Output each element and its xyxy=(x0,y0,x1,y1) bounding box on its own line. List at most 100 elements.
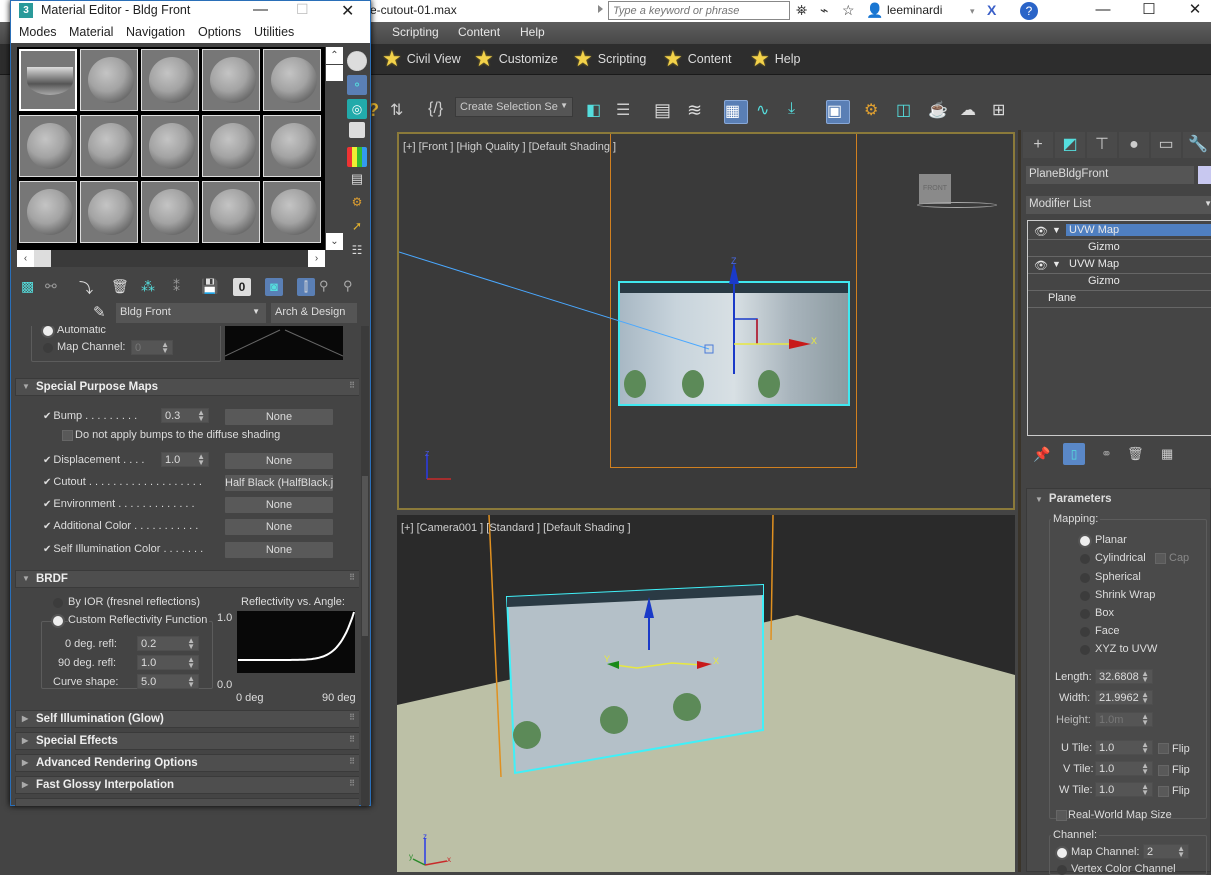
scene-explorer-icon[interactable]: ▤ xyxy=(654,100,678,124)
stack-item-plane[interactable]: Plane xyxy=(1028,291,1211,308)
additional-color-map-button[interactable]: None xyxy=(225,519,333,535)
mapping-planar-radio[interactable] xyxy=(1080,536,1090,546)
cutout-map-button[interactable]: Half Black (HalfBlack.j xyxy=(225,475,333,491)
map-channel-radio[interactable] xyxy=(1057,848,1067,858)
menu-material[interactable]: Material xyxy=(69,25,113,39)
viewport-label[interactable]: [+] [Camera001 ] [Standard ] [Default Sh… xyxy=(401,522,631,534)
sample-slot[interactable] xyxy=(141,49,199,111)
create-tab-icon[interactable]: + xyxy=(1023,132,1053,158)
menu-content[interactable]: Content xyxy=(458,25,500,39)
scroll-thumb[interactable] xyxy=(34,250,51,267)
self-illum-color-map-button[interactable]: None xyxy=(225,542,333,558)
rollout-brdf[interactable]: ▼ BRDF ⠿ xyxy=(15,570,359,588)
user-name[interactable]: leeminardi xyxy=(887,3,942,17)
toggle-ribbon-icon[interactable]: ▦ xyxy=(724,100,748,124)
spinner-snap-icon[interactable]: ⇅ xyxy=(390,100,414,124)
sample-slot[interactable] xyxy=(263,181,321,243)
eye-icon[interactable]: 👁 xyxy=(1034,225,1048,238)
satellite-icon[interactable]: ⌁ xyxy=(820,2,828,19)
modifier-list-dropdown[interactable]: Modifier List ▼ xyxy=(1026,196,1211,214)
displacement-spinner[interactable]: 1.0 ▲ ▼ xyxy=(161,452,209,467)
check-icon[interactable]: ✔ xyxy=(43,544,51,555)
sample-slot[interactable] xyxy=(141,115,199,177)
mapping-cylindrical-radio[interactable] xyxy=(1080,554,1090,564)
check-icon[interactable]: ✔ xyxy=(43,411,51,422)
sample-slot[interactable] xyxy=(202,115,260,177)
front-viewport[interactable]: [+] [Front ] [High Quality ] [Default Sh… xyxy=(397,132,1015,510)
render-setup-icon[interactable]: ⚙ xyxy=(864,100,888,124)
scroll-thumb[interactable] xyxy=(326,65,343,81)
make-material-copy-icon[interactable]: ⁂ xyxy=(141,278,159,296)
slots-horizontal-scrollbar[interactable]: ‹ › xyxy=(17,250,325,267)
stack-item-uvw-map-1[interactable]: 👁 ▼ UVW Map xyxy=(1028,223,1211,240)
rollout-title[interactable]: ▼ Parameters xyxy=(1035,493,1112,505)
put-material-to-scene-icon[interactable]: ⚯ xyxy=(45,278,63,296)
go-to-parent-icon[interactable]: ⚲ xyxy=(319,278,337,296)
environment-row[interactable]: ✔ Environment . . . . . . . . . . . . . xyxy=(43,498,195,510)
sample-slot[interactable] xyxy=(141,181,199,243)
make-preview-icon[interactable]: ▤ xyxy=(347,171,367,191)
favorites-star-icon[interactable]: ☆ xyxy=(842,2,855,19)
video-color-check-icon[interactable] xyxy=(347,147,367,167)
search-expand-icon[interactable] xyxy=(598,5,603,13)
spinner-arrows-icon[interactable]: ▲ ▼ xyxy=(1141,691,1149,705)
rollout-special-purpose-maps[interactable]: ▼ Special Purpose Maps ⠿ xyxy=(15,378,359,396)
map-channel-radio[interactable] xyxy=(43,343,53,353)
stack-item-uvw-map-2[interactable]: 👁 ▼ UVW Map xyxy=(1028,257,1211,274)
check-icon[interactable]: ✔ xyxy=(43,521,51,532)
make-unique-icon[interactable]: ⁑ xyxy=(173,278,191,296)
quick-civil-view[interactable]: ★ Civil View xyxy=(382,48,461,70)
spinner-arrows-icon[interactable]: ▲ ▼ xyxy=(197,409,205,423)
sample-slot[interactable] xyxy=(263,115,321,177)
quick-help[interactable]: ★ Help xyxy=(750,48,800,70)
real-world-map-size-checkbox[interactable] xyxy=(1056,810,1067,821)
render-production-icon[interactable]: ☕ xyxy=(928,100,952,124)
menu-modes[interactable]: Modes xyxy=(19,25,57,39)
sample-slot[interactable] xyxy=(202,49,260,111)
configure-sets-icon[interactable]: ▦ xyxy=(1161,446,1173,462)
menu-scripting[interactable]: Scripting xyxy=(392,25,439,39)
remove-modifier-icon[interactable]: 🗑 xyxy=(1127,446,1144,462)
user-icon[interactable]: 👤 xyxy=(866,2,883,19)
material-editor-icon[interactable]: ▣ xyxy=(826,100,850,124)
put-to-library-icon[interactable]: 💾 xyxy=(201,278,219,296)
help-icon[interactable]: ? xyxy=(1020,2,1038,20)
curve-editor-icon[interactable]: ∿ xyxy=(756,100,780,124)
object-color-swatch[interactable] xyxy=(1198,166,1211,184)
by-ior-radio[interactable] xyxy=(53,598,63,608)
spinner-arrows-icon[interactable]: ▲ ▼ xyxy=(197,453,205,467)
rollout-partial[interactable] xyxy=(15,798,359,806)
menu-help[interactable]: Help xyxy=(520,25,545,39)
sample-slot[interactable] xyxy=(80,49,138,111)
maximize-button[interactable]: ☐ xyxy=(1126,0,1172,22)
rollout-self-illumination[interactable]: ▶ Self Illumination (Glow) ⠿ xyxy=(15,710,359,728)
expand-triangle-icon[interactable]: ▼ xyxy=(1052,225,1061,235)
no-bump-diffuse-checkbox[interactable] xyxy=(62,430,73,441)
edit-named-selection-icon[interactable]: {/} xyxy=(428,100,452,124)
spinner-arrows-icon[interactable]: ▲ ▼ xyxy=(187,637,195,651)
viewcube[interactable]: FRONT xyxy=(919,174,951,204)
menu-navigation[interactable]: Navigation xyxy=(126,25,185,39)
show-end-result-icon[interactable]: ▯ xyxy=(1063,443,1085,465)
sample-slot[interactable] xyxy=(263,49,321,111)
eye-icon[interactable]: 👁 xyxy=(1034,259,1048,272)
rendered-frame-window-icon[interactable]: ◫ xyxy=(896,100,920,124)
render-cloud-icon[interactable]: ☁ xyxy=(960,100,984,124)
utilities-tab-icon[interactable]: 🔧 xyxy=(1183,132,1211,158)
mapping-xyz-uvw-radio[interactable] xyxy=(1080,645,1090,655)
sample-slot[interactable] xyxy=(202,181,260,243)
selection-set-dropdown[interactable]: Create Selection Se ▼ xyxy=(455,97,573,117)
stack-item-gizmo-1[interactable]: Gizmo xyxy=(1028,240,1211,257)
check-icon[interactable]: ✔ xyxy=(43,455,51,466)
layer-explorer-icon[interactable]: ≋ xyxy=(687,100,711,124)
show-end-result-icon[interactable]: ⫿ xyxy=(297,278,315,296)
rollout-advanced-rendering[interactable]: ▶ Advanced Rendering Options ⠿ xyxy=(15,754,359,772)
spinner-arrows-icon[interactable]: ▲ ▼ xyxy=(1177,845,1185,859)
viewport-layout-icon[interactable]: ⊞ xyxy=(992,100,1016,124)
bump-map-button[interactable]: None xyxy=(225,409,333,425)
mapping-face-radio[interactable] xyxy=(1080,627,1090,637)
scroll-down-icon[interactable]: ⌄ xyxy=(326,233,343,250)
background-icon[interactable]: ◎ xyxy=(347,99,367,119)
minimize-button[interactable]: — xyxy=(253,1,268,18)
rollout-fast-glossy[interactable]: ▶ Fast Glossy Interpolation ⠿ xyxy=(15,776,359,794)
